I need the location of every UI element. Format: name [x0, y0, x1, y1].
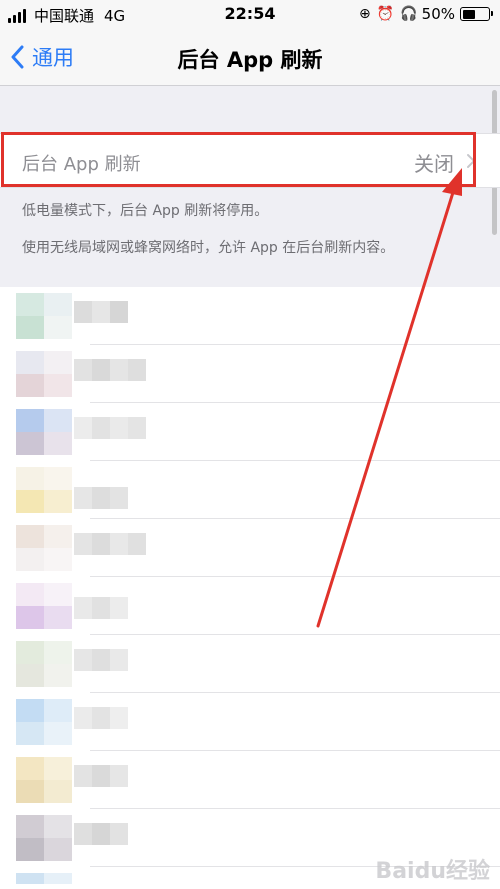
app-name-blurred	[74, 649, 128, 671]
alarm-icon: ⏰	[376, 6, 395, 22]
list-item[interactable]	[0, 345, 500, 403]
app-icon	[16, 699, 72, 745]
footer-note-1: 低电量模式下，后台 App 刷新将停用。	[22, 203, 269, 219]
list-item[interactable]	[0, 287, 500, 345]
app-icon	[16, 293, 72, 339]
app-name-blurred	[74, 707, 128, 729]
app-name-blurred	[74, 533, 146, 555]
app-icon	[16, 409, 72, 455]
app-icon	[16, 525, 72, 571]
app-icon	[16, 641, 72, 687]
app-icon	[16, 873, 72, 889]
app-name-blurred	[74, 765, 128, 787]
annotation-highlight-box	[1, 132, 476, 187]
headphones-icon: 🎧	[400, 6, 418, 22]
navigation-bar: 通用 后台 App 刷新	[0, 30, 500, 86]
app-name-blurred	[74, 487, 128, 509]
list-item[interactable]	[0, 461, 500, 519]
list-item[interactable]	[0, 751, 500, 809]
page-title: 后台 App 刷新	[177, 48, 323, 72]
list-item[interactable]	[0, 693, 500, 751]
list-item[interactable]	[0, 403, 500, 461]
app-name-blurred	[74, 597, 128, 619]
list-item[interactable]	[0, 577, 500, 635]
watermark: Baidu经验	[375, 859, 490, 884]
battery-percent: 50%	[421, 5, 455, 23]
app-name-blurred	[74, 823, 128, 845]
app-name-blurred	[74, 301, 128, 323]
app-icon	[16, 815, 72, 861]
app-icon	[16, 757, 72, 803]
app-icon	[16, 467, 72, 513]
list-item[interactable]	[0, 519, 500, 577]
orientation-lock-icon: ⊕	[359, 6, 371, 22]
app-icon	[16, 351, 72, 397]
app-name-blurred	[74, 359, 146, 381]
footer-note-2: 使用无线局域网或蜂窝网络时，允许 App 在后台刷新内容。	[22, 240, 395, 256]
status-bar: 中国联通 4G 22:54 ⊕ ⏰ 🎧 50%	[0, 0, 500, 30]
app-name-blurred	[74, 417, 146, 439]
battery-icon	[460, 7, 493, 21]
list-item[interactable]	[0, 635, 500, 693]
app-list	[0, 287, 500, 889]
app-icon	[16, 583, 72, 629]
